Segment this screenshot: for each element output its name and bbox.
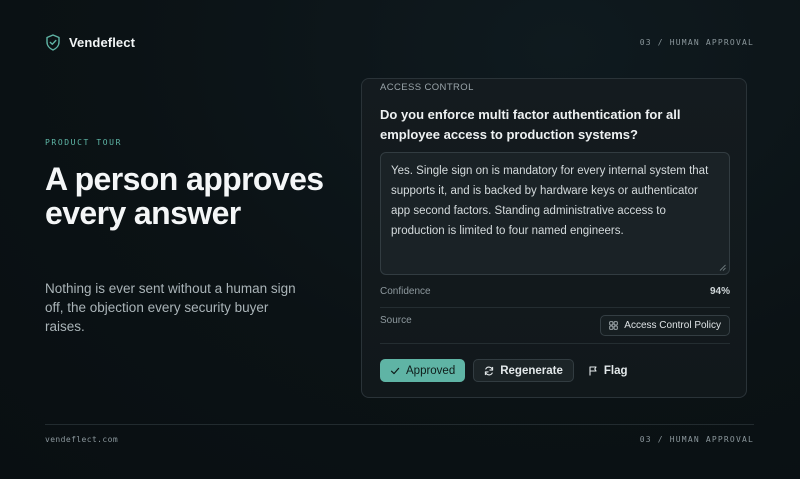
confidence-label: Confidence [380, 286, 431, 297]
check-icon [390, 367, 400, 374]
shield-check-icon [46, 34, 60, 51]
regenerate-button[interactable]: Regenerate [473, 359, 574, 382]
source-row: Source Access Control Policy [380, 314, 730, 336]
footer-site-link[interactable]: vendeflect.com [45, 435, 118, 444]
link-icon [609, 321, 619, 330]
card-category-label: ACCESS CONTROL [380, 82, 474, 93]
confidence-value: 94% [709, 286, 730, 297]
flag-icon [589, 365, 597, 375]
brand-name: Vendeflect [69, 35, 136, 50]
divider [380, 343, 730, 344]
confidence-row: Confidence 94% [380, 286, 730, 297]
question-text: Do you enforce multi factor authenticati… [380, 107, 681, 142]
regenerate-button-label: Regenerate [500, 364, 563, 377]
source-policy-label: Access Control Policy [624, 320, 721, 331]
action-bar: Approved Regenerate Flag [380, 359, 634, 382]
step-indicator: 03 / HUMAN APPROVAL [639, 38, 754, 47]
page-headline: A person approves every answer [45, 161, 324, 231]
eyebrow-label: PRODUCT TOUR [45, 138, 122, 147]
source-policy-chip[interactable]: Access Control Policy [600, 315, 730, 336]
approval-card: ACCESS CONTROL Do you enforce multi fact… [361, 78, 747, 398]
source-label: Source [380, 315, 412, 326]
answer-textarea[interactable]: Yes. Single sign on is mandatory for eve… [380, 152, 730, 275]
approved-button[interactable]: Approved [380, 359, 466, 382]
resize-handle-icon[interactable] [719, 264, 726, 271]
flag-button[interactable]: Flag [582, 359, 634, 382]
refresh-icon [485, 366, 494, 375]
page-subtext: Nothing is ever sent without a human sig… [45, 281, 296, 334]
footer-divider [45, 424, 754, 425]
answer-text: Yes. Single sign on is mandatory for eve… [391, 165, 709, 237]
divider [380, 307, 730, 308]
approved-button-label: Approved [406, 364, 456, 377]
flag-button-label: Flag [603, 364, 628, 377]
brand[interactable]: Vendeflect [45, 34, 135, 51]
footer-step-indicator: 03 / HUMAN APPROVAL [639, 435, 754, 444]
